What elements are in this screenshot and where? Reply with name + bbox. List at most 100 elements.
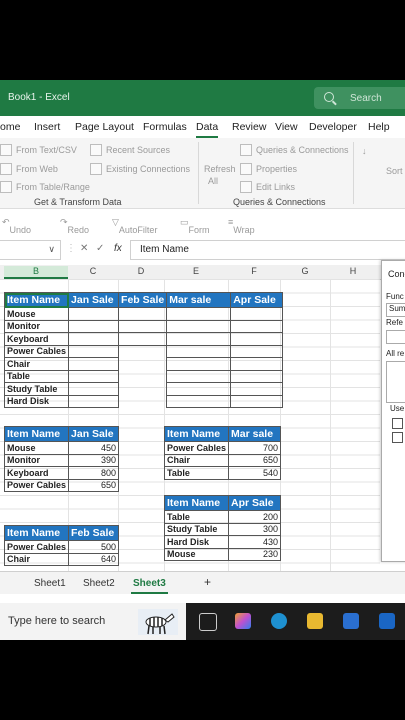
tab-insert[interactable]: Insert: [34, 121, 60, 133]
wrap-text-button[interactable]: ≡ Wrap Text: [228, 217, 255, 245]
main-sales-table: Item Name Jan Sale Feb Sale Mar sale Apr…: [3, 292, 284, 408]
all-references-label: All re: [386, 349, 405, 358]
cancel-icon[interactable]: ✕: [80, 243, 88, 254]
table-cell[interactable]: Chair: [3, 357, 70, 371]
table-row: Study Table 300: [164, 522, 281, 536]
header-item-name[interactable]: Item Name: [3, 292, 70, 308]
header-jan-sale[interactable]: Jan Sale: [68, 426, 120, 442]
table-cell[interactable]: Table: [3, 369, 70, 383]
table-row: Power Cables 700: [163, 441, 282, 455]
reference-input[interactable]: [386, 330, 405, 344]
sort-az-icon: ↓: [362, 146, 367, 156]
form-button[interactable]: ▭ Form: [180, 217, 210, 235]
edge-icon[interactable]: [271, 613, 287, 629]
column-f-header[interactable]: F: [228, 266, 280, 276]
tab-home[interactable]: ome: [0, 121, 20, 133]
sort-button[interactable]: ↓ Sort: [360, 146, 405, 186]
table-row: Keyboard 800: [3, 466, 120, 480]
from-table-button[interactable]: From Table/Range: [0, 181, 90, 193]
edit-links-button[interactable]: Edit Links: [240, 181, 295, 193]
tab-help[interactable]: Help: [368, 121, 390, 133]
refresh-all-button[interactable]: Refresh All: [204, 142, 236, 192]
column-c-header[interactable]: C: [68, 266, 118, 276]
undo-button[interactable]: ↶ Undo: [2, 217, 31, 235]
formula-input[interactable]: Item Name: [130, 240, 405, 260]
table-cell[interactable]: Monitor: [3, 319, 70, 333]
table-row: Hard Disk: [3, 394, 284, 408]
header-apr-sale[interactable]: Apr Sale: [230, 292, 284, 308]
column-b-header[interactable]: B: [4, 266, 68, 279]
tab-sheet2[interactable]: Sheet2: [83, 578, 115, 589]
redo-button[interactable]: ↷ Redo: [60, 217, 89, 235]
existing-connections-button[interactable]: Existing Connections: [90, 163, 190, 175]
properties-button[interactable]: Properties: [240, 163, 297, 175]
taskbar-search[interactable]: Type here to search: [0, 603, 186, 640]
header-item-name[interactable]: Item Name: [3, 525, 70, 541]
from-web-button[interactable]: From Web: [0, 163, 58, 175]
refresh-icon: [210, 144, 224, 158]
header-mar-sale[interactable]: Mar sale: [228, 426, 282, 442]
queries-connections-button[interactable]: Queries & Connections: [240, 144, 349, 156]
header-mar-sale[interactable]: Mar sale: [166, 292, 232, 308]
table-cell[interactable]: Mouse: [3, 307, 70, 321]
header-feb-sale[interactable]: Feb Sale: [68, 525, 120, 541]
function-dropdown[interactable]: Sum: [386, 303, 405, 317]
group-get-transform: Get & Transform Data: [34, 197, 122, 207]
column-d-header[interactable]: D: [118, 266, 164, 276]
tab-data[interactable]: Data: [196, 121, 219, 138]
header-feb-sale[interactable]: Feb Sale: [118, 292, 168, 308]
excel-window: Book1 - Excel Search ome Insert Page Lay…: [0, 80, 405, 640]
outlook-icon[interactable]: [379, 613, 395, 629]
chevron-down-icon[interactable]: ∨: [48, 244, 55, 255]
tab-sheet1[interactable]: Sheet1: [34, 578, 66, 589]
table-row: Chair 640: [3, 552, 120, 566]
recent-sources-button[interactable]: Recent Sources: [90, 144, 170, 156]
table-row: Mouse 450: [3, 441, 120, 455]
header-item-name[interactable]: Item Name: [3, 426, 70, 442]
fx-icon[interactable]: fx: [114, 243, 122, 254]
table-cell[interactable]: Power Cables: [3, 344, 70, 358]
left-column-checkbox[interactable]: [392, 432, 403, 443]
table-row: Power Cables 500: [3, 540, 120, 554]
apr-sales-table: Item Name Apr Sale Table 200 Study Table 3…: [164, 495, 281, 561]
column-g-header[interactable]: G: [280, 266, 330, 276]
search-box[interactable]: Search: [314, 87, 405, 109]
function-label: Func: [386, 292, 404, 301]
header-jan-sale[interactable]: Jan Sale: [68, 292, 120, 308]
column-e-header[interactable]: E: [164, 266, 228, 276]
queries-icon: [240, 144, 252, 156]
table-cell[interactable]: Study Table: [3, 382, 70, 396]
all-references-list[interactable]: [386, 361, 405, 403]
autofilter-button[interactable]: ▽ AutoFilter: [112, 217, 157, 235]
task-view-icon[interactable]: [199, 613, 217, 631]
from-text-button[interactable]: From Text/CSV: [0, 144, 77, 156]
name-box[interactable]: ∨: [0, 240, 61, 260]
column-h-header[interactable]: H: [330, 266, 376, 276]
enter-icon[interactable]: ✓: [96, 243, 104, 254]
header-item-name[interactable]: Item Name: [163, 426, 230, 442]
title-bar: Book1 - Excel Search: [0, 80, 405, 116]
tab-sheet3[interactable]: Sheet3: [131, 578, 168, 594]
tab-review[interactable]: Review: [232, 121, 266, 133]
header-apr-sale[interactable]: Apr Sale: [228, 495, 281, 511]
header-item-name[interactable]: Item Name: [164, 495, 229, 511]
tab-page-layout[interactable]: Page Layout: [75, 121, 134, 133]
tab-developer[interactable]: Developer: [309, 121, 357, 133]
ribbon-divider: [198, 142, 199, 204]
table-cell[interactable]: Keyboard: [3, 332, 70, 346]
ribbon-divider: [353, 142, 354, 204]
table-row: Table 200: [164, 510, 281, 524]
top-row-checkbox[interactable]: [392, 418, 403, 429]
tab-view[interactable]: View: [275, 121, 298, 133]
table-cell[interactable]: Hard Disk: [3, 394, 70, 408]
tab-formulas[interactable]: Formulas: [143, 121, 187, 133]
search-placeholder: Search: [350, 93, 382, 104]
table-row: Power Cables: [3, 344, 284, 358]
reference-label: Refe: [386, 318, 403, 327]
copilot-icon[interactable]: [235, 613, 251, 629]
store-icon[interactable]: [343, 613, 359, 629]
file-explorer-icon[interactable]: [307, 613, 323, 629]
taskbar: Type here to search: [0, 603, 405, 640]
window-title: Book1 - Excel: [8, 92, 70, 103]
add-sheet-button[interactable]: +: [204, 575, 211, 589]
